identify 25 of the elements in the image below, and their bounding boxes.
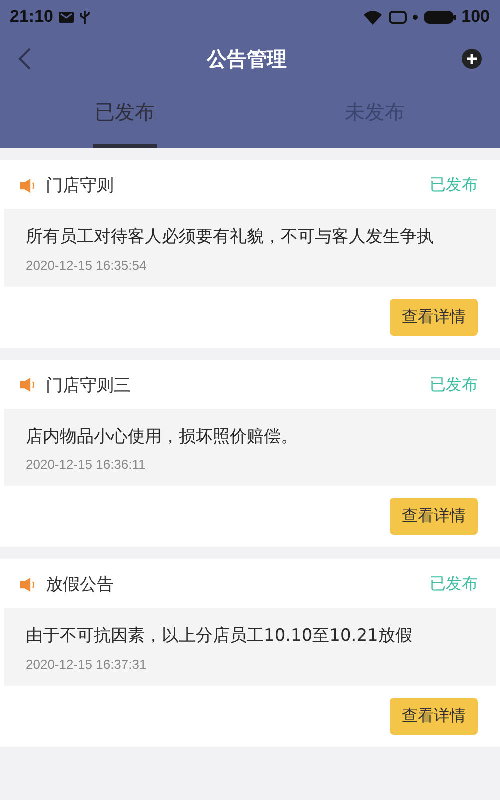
notice-title: 门店守则 [46, 175, 115, 197]
usb-icon [80, 10, 90, 24]
notice-time: 2020-12-15 16:35:54 [26, 258, 148, 273]
notice-time: 2020-12-15 16:36:11 [26, 457, 147, 472]
notice-content: 由于不可抗因素，以上分店员工10.10至10.21放假 [26, 625, 414, 648]
notice-title: 门店守则三 [46, 374, 132, 397]
status-label: 已发布 [430, 374, 478, 396]
battery-icon [424, 10, 456, 24]
dot-icon [412, 14, 418, 20]
notice-content: 店内物品小心使用，损坏照价赔偿。 [26, 426, 299, 449]
screen-icon [388, 10, 407, 24]
notice-content: 所有员工对待客人必须要有礼貌，不可与客人发生争执 [26, 226, 435, 249]
details-button[interactable]: 查看详情 [390, 298, 478, 336]
details-button[interactable]: 查看详情 [390, 698, 478, 735]
page-title: 公告管理 [206, 46, 288, 72]
status-label: 已发布 [430, 574, 478, 596]
wifi-icon [362, 10, 383, 24]
details-button[interactable]: 查看详情 [390, 498, 478, 536]
add-icon[interactable] [462, 49, 482, 69]
status-time: 21:10 [10, 7, 54, 27]
notice-title: 放假公告 [46, 574, 115, 596]
notice-time: 2020-12-15 16:37:31 [26, 656, 148, 672]
battery-level: 100 [462, 7, 490, 27]
status-label: 已发布 [430, 175, 478, 196]
mail-icon [59, 12, 74, 22]
